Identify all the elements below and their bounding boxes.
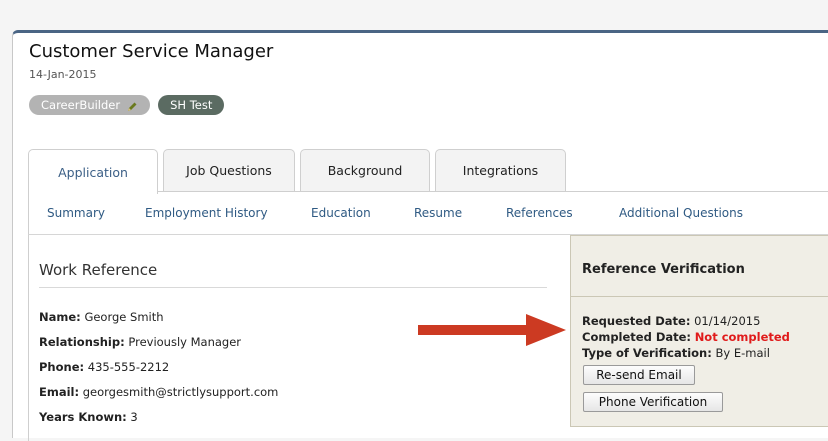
tab-integrations[interactable]: Integrations [435, 149, 566, 191]
field-phone: Phone: 435-555-2212 [39, 360, 170, 374]
subnav-resume[interactable]: Resume [414, 206, 462, 220]
subnav-references[interactable]: References [506, 206, 573, 220]
divider [571, 296, 828, 297]
pencil-icon[interactable] [126, 99, 138, 111]
field-relationship: Relationship: Previously Manager [39, 335, 242, 349]
tag-label: SH Test [170, 98, 213, 112]
verification-title: Reference Verification [582, 262, 745, 277]
tag-careerbuilder[interactable]: CareerBuilder [29, 95, 151, 115]
completed-date: Completed Date: Not completed [582, 330, 790, 344]
requested-date: Requested Date: 01/14/2015 [582, 314, 761, 328]
tag-label: CareerBuilder [41, 98, 121, 112]
tab-job-questions[interactable]: Job Questions [163, 149, 295, 191]
resend-email-button[interactable]: Re-send Email [583, 365, 695, 385]
subnav-education[interactable]: Education [311, 206, 371, 220]
sub-navigation: Summary Employment History Education Res… [28, 191, 828, 235]
tab-background[interactable]: Background [300, 149, 430, 191]
verification-type: Type of Verification: By E-mail [582, 346, 770, 360]
job-panel: Customer Service Manager 14-Jan-2015 Car… [12, 30, 828, 441]
verification-details: Requested Date: 01/14/2015 Completed Dat… [582, 313, 790, 361]
subnav-summary[interactable]: Summary [47, 206, 105, 220]
status-not-completed: Not completed [694, 330, 790, 344]
subnav-employment-history[interactable]: Employment History [145, 206, 268, 220]
divider [39, 287, 547, 288]
field-name: Name: George Smith [39, 310, 164, 324]
work-reference-title: Work Reference [39, 261, 158, 279]
tab-application[interactable]: Application [28, 149, 158, 194]
subnav-additional-questions[interactable]: Additional Questions [619, 206, 743, 220]
phone-verification-button[interactable]: Phone Verification [583, 392, 723, 412]
job-title: Customer Service Manager [29, 41, 274, 62]
reference-verification-panel: Reference Verification Requested Date: 0… [570, 235, 828, 427]
job-date: 14-Jan-2015 [29, 68, 97, 81]
tag-sh-test[interactable]: SH Test [158, 95, 225, 115]
annotation-arrow-icon [418, 314, 566, 346]
tag-list: CareerBuilder SH Test [29, 95, 225, 115]
field-years-known: Years Known: 3 [39, 410, 138, 424]
reference-fields: Name: George Smith Relationship: Previou… [39, 305, 278, 430]
field-email: Email: georgesmith@strictlysupport.com [39, 385, 279, 399]
